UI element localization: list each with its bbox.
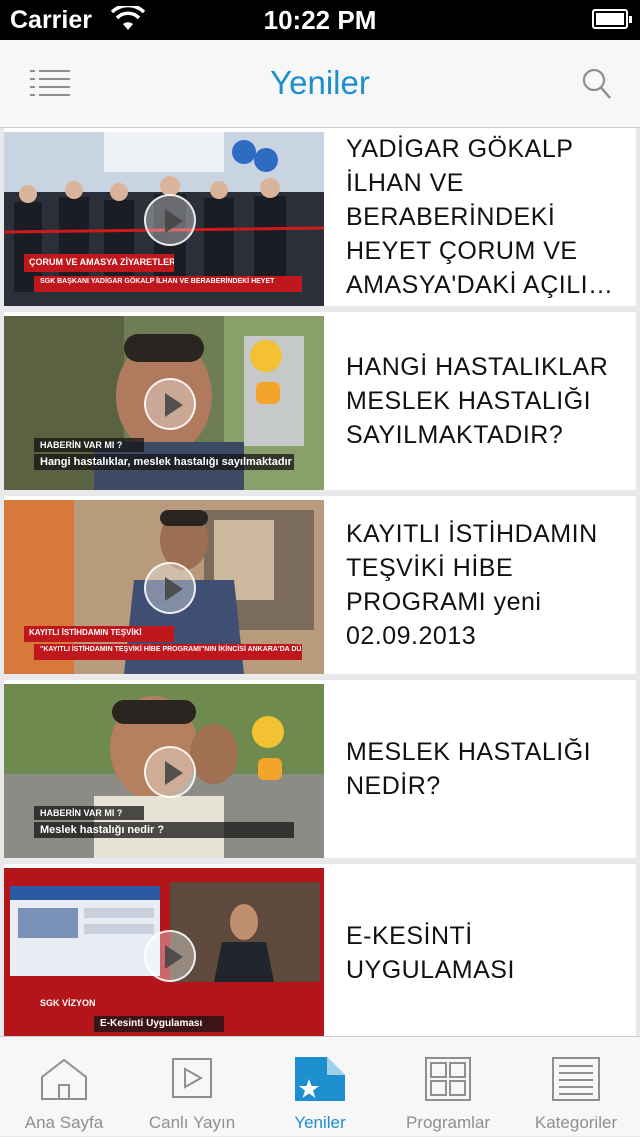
thumbnail-caption: SGK BAŞKANI YADİGAR GÖKALP İLHAN VE BERA…: [34, 276, 302, 292]
list-item[interactable]: HABERİN VAR MI ? Meslek hastalığı nedir …: [4, 680, 636, 858]
tab-label: Ana Sayfa: [24, 1113, 104, 1132]
navigation-bar: Yeniler: [0, 40, 640, 128]
thumbnail-banner: HABERİN VAR MI ?: [34, 806, 144, 820]
thumbnail-banner: ÇORUM VE AMASYA ZİYARETLERİ: [24, 254, 174, 272]
tab-kategoriler[interactable]: Kategoriler: [512, 1037, 640, 1137]
video-thumbnail[interactable]: ÇORUM VE AMASYA ZİYARETLERİ SGK BAŞKANI …: [4, 132, 324, 306]
thumbnail-banner: HABERİN VAR MI ?: [34, 438, 144, 452]
tab-label: Canlı Yayın: [148, 1113, 236, 1132]
battery-icon: [592, 9, 632, 29]
home-icon: [41, 1058, 87, 1100]
list-item[interactable]: SGK VİZYON E-Kesinti Uygulaması E-KESİNT…: [4, 864, 636, 1036]
tab-label: Programlar: [405, 1113, 491, 1132]
video-thumbnail[interactable]: HABERİN VAR MI ? Meslek hastalığı nedir …: [4, 684, 324, 858]
tab-programlar[interactable]: Programlar: [384, 1037, 512, 1137]
thumbnail-caption: Hangi hastalıklar, meslek hastalığı sayı…: [34, 454, 294, 470]
search-icon[interactable]: [582, 68, 612, 100]
thumbnail-caption: E-Kesinti Uygulaması: [94, 1016, 224, 1032]
thumbnail-caption: Meslek hastalığı nedir ?: [34, 822, 294, 838]
thumbnail-caption: "KAYITLI İSTİHDAMIN TEŞVİKİ HİBE PROGRAM…: [34, 644, 302, 660]
thumbnail-banner: KAYITLI İSTİHDAMIN TEŞVİKİ: [24, 626, 174, 642]
list-item[interactable]: KAYITLI İSTİHDAMIN TEŞVİKİ "KAYITLI İSTİ…: [4, 496, 636, 674]
new-document-star-icon: [295, 1057, 345, 1101]
news-list: ÇORUM VE AMASYA ZİYARETLERİ SGK BAŞKANI …: [0, 128, 640, 1036]
video-thumbnail[interactable]: SGK VİZYON E-Kesinti Uygulaması: [4, 868, 324, 1036]
list-icon: [552, 1057, 600, 1101]
play-icon[interactable]: [144, 378, 196, 430]
play-icon: [172, 1058, 212, 1098]
page-title: Yeniler: [270, 64, 370, 101]
tab-ana-sayfa[interactable]: Ana Sayfa: [0, 1037, 128, 1137]
thumbnail-banner: SGK VİZYON: [40, 998, 96, 1008]
play-icon[interactable]: [144, 562, 196, 614]
tab-label: Kategoriler: [534, 1113, 618, 1132]
video-thumbnail[interactable]: HABERİN VAR MI ? Hangi hastalıklar, mesl…: [4, 316, 324, 490]
item-title[interactable]: YADİGAR GÖKALP İLHAN VE BERABERİNDEKİ HE…: [346, 128, 624, 306]
item-title[interactable]: KAYITLI İSTİHDAMIN TEŞVİKİ HİBE PROGRAMI…: [346, 496, 624, 674]
status-bar: Carrier 10:22 PM: [0, 0, 640, 40]
item-title[interactable]: E-KESİNTİ UYGULAMASI: [346, 864, 624, 1036]
play-icon[interactable]: [144, 930, 196, 982]
clock: 10:22 PM: [263, 5, 377, 35]
tab-yeniler[interactable]: Yeniler: [256, 1037, 384, 1137]
list-item[interactable]: HABERİN VAR MI ? Hangi hastalıklar, mesl…: [4, 312, 636, 490]
tab-label: Yeniler: [294, 1113, 346, 1132]
tab-bar: Ana Sayfa Canlı Yayın Yeniler Programlar: [0, 1036, 640, 1136]
tab-canli-yayin[interactable]: Canlı Yayın: [128, 1037, 256, 1137]
play-icon[interactable]: [144, 746, 196, 798]
item-title[interactable]: MESLEK HASTALIĞI NEDİR?: [346, 680, 624, 858]
item-title[interactable]: HANGİ HASTALIKLAR MESLEK HASTALIĞI SAYIL…: [346, 312, 624, 490]
video-thumbnail[interactable]: KAYITLI İSTİHDAMIN TEŞVİKİ "KAYITLI İSTİ…: [4, 500, 324, 674]
grid-icon: [425, 1057, 471, 1101]
play-icon[interactable]: [144, 194, 196, 246]
list-item[interactable]: ÇORUM VE AMASYA ZİYARETLERİ SGK BAŞKANI …: [4, 128, 636, 306]
